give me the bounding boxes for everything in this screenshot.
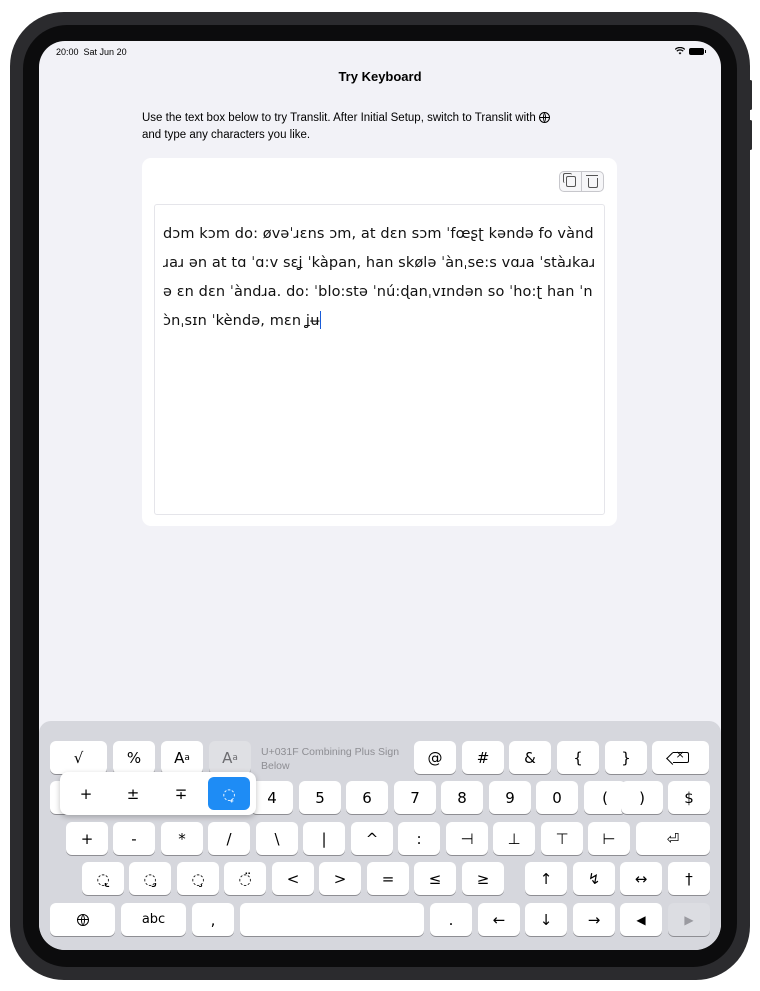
key-combining-palatal-hook[interactable]: ◌̡ bbox=[129, 862, 171, 895]
key-percent[interactable]: % bbox=[113, 741, 155, 774]
key-0[interactable]: 0 bbox=[536, 781, 578, 814]
side-button bbox=[749, 80, 752, 110]
variant-minus-plus[interactable]: ∓ bbox=[160, 777, 202, 810]
text-content: dɔm kɔm do: øvəˈɹɛns ɔm, at dɛn sɔm ˈfœʂ… bbox=[163, 226, 596, 329]
key-sqrt[interactable]: √ bbox=[50, 741, 107, 774]
char-hint: U+031F Combining Plus Sign Below bbox=[261, 746, 400, 772]
wifi-icon bbox=[675, 47, 685, 55]
key-9[interactable]: 9 bbox=[489, 781, 531, 814]
key-combining-diaeresis[interactable]: ◌̈ bbox=[224, 862, 266, 895]
instructions-text: Use the text box below to try Translit. … bbox=[142, 110, 602, 144]
key-left-paren[interactable]: ( bbox=[584, 781, 626, 814]
globe-icon bbox=[76, 913, 89, 926]
editor-card: dɔm kɔm do: øvəˈɹɛns ɔm, at dɛn sɔm ˈfœʂ… bbox=[142, 158, 617, 526]
return-icon: ⏎ bbox=[666, 829, 680, 848]
key-up-arrow[interactable]: ↑ bbox=[525, 862, 567, 895]
key-right-paren[interactable]: ) bbox=[621, 781, 663, 814]
key-greater-equal[interactable]: ≥ bbox=[462, 862, 504, 895]
globe-icon bbox=[538, 112, 550, 123]
key-less-than[interactable]: < bbox=[272, 862, 314, 895]
key-6[interactable]: 6 bbox=[346, 781, 388, 814]
key-subscript[interactable]: Aa bbox=[209, 741, 251, 774]
text-caret bbox=[319, 311, 321, 329]
status-time: 20:00 Sat Jun 20 bbox=[56, 47, 127, 57]
time-text: 20:00 bbox=[56, 47, 79, 57]
key-plus[interactable]: + bbox=[66, 822, 108, 855]
status-bar: 20:00 Sat Jun 20 bbox=[56, 47, 706, 61]
key-zigzag-arrow[interactable]: ↯ bbox=[573, 862, 615, 895]
cursor-back-button[interactable]: ◀ bbox=[620, 903, 662, 936]
key-superscript[interactable]: Aa bbox=[161, 741, 203, 774]
key-caret[interactable]: ^ bbox=[351, 822, 393, 855]
text-input[interactable]: dɔm kɔm do: øvəˈɹɛns ɔm, at dɛn sɔm ˈfœʂ… bbox=[154, 204, 605, 515]
key-right-tack[interactable]: ⊢ bbox=[588, 822, 630, 855]
key-comma[interactable]: , bbox=[192, 903, 234, 936]
key-down-tack[interactable]: ⊤ bbox=[541, 822, 583, 855]
key-minus[interactable]: - bbox=[113, 822, 155, 855]
key-left-brace[interactable]: { bbox=[557, 741, 599, 774]
cursor-forward-button[interactable]: ▶ bbox=[668, 903, 710, 936]
key-asterisk[interactable]: * bbox=[161, 822, 203, 855]
text-content-tail: ʉ bbox=[310, 313, 320, 329]
backspace-icon bbox=[672, 748, 689, 763]
key-less-equal[interactable]: ≤ bbox=[414, 862, 456, 895]
key-4[interactable]: 4 bbox=[251, 781, 293, 814]
key-left-tack[interactable]: ⊣ bbox=[446, 822, 488, 855]
screen: 20:00 Sat Jun 20 Try Keyboard Use the te… bbox=[39, 41, 721, 950]
key-at[interactable]: @ bbox=[414, 741, 456, 774]
key-greater-than[interactable]: > bbox=[319, 862, 361, 895]
editor-actions bbox=[559, 171, 604, 192]
variant-combining-plus-below[interactable]: ◌̟ bbox=[208, 777, 250, 810]
variant-plus[interactable]: + bbox=[65, 777, 107, 810]
variant-plus-minus[interactable]: ± bbox=[112, 777, 154, 810]
key-hash[interactable]: # bbox=[462, 741, 504, 774]
key-right-arrow[interactable]: → bbox=[573, 903, 615, 936]
key-backslash[interactable]: \ bbox=[256, 822, 298, 855]
space-key[interactable] bbox=[240, 903, 424, 936]
key-7[interactable]: 7 bbox=[394, 781, 436, 814]
key-combining-cedilla[interactable]: ◌̧ bbox=[177, 862, 219, 895]
instructions-line2: and type any characters you like. bbox=[142, 129, 311, 141]
page-title: Try Keyboard bbox=[338, 69, 422, 84]
return-key[interactable]: ⏎ bbox=[636, 822, 710, 855]
key-ampersand[interactable]: & bbox=[509, 741, 551, 774]
battery-icon bbox=[689, 47, 706, 55]
key-left-arrow[interactable]: ← bbox=[478, 903, 520, 936]
key-equals[interactable]: = bbox=[367, 862, 409, 895]
key-pipe[interactable]: | bbox=[303, 822, 345, 855]
backspace-key[interactable] bbox=[652, 741, 709, 774]
date-text: Sat Jun 20 bbox=[83, 47, 127, 57]
key-8[interactable]: 8 bbox=[441, 781, 483, 814]
key-right-brace[interactable]: } bbox=[605, 741, 647, 774]
copy-icon bbox=[562, 173, 576, 187]
key-up-tack[interactable]: ⊥ bbox=[493, 822, 535, 855]
key-period[interactable]: . bbox=[430, 903, 472, 936]
globe-key[interactable] bbox=[50, 903, 115, 936]
key-colon[interactable]: : bbox=[398, 822, 440, 855]
key-left-right-arrow[interactable]: ↔ bbox=[620, 862, 662, 895]
key-slash[interactable]: / bbox=[208, 822, 250, 855]
key-down-arrow[interactable]: ↓ bbox=[525, 903, 567, 936]
key-variants-popup: + ± ∓ ◌̟ bbox=[60, 772, 256, 815]
keyboard: √ % Aa Aa U+031F Combining Plus Sign Bel… bbox=[39, 721, 721, 950]
key-combining-retroflex-hook[interactable]: ◌̢ bbox=[82, 862, 124, 895]
key-5[interactable]: 5 bbox=[299, 781, 341, 814]
key-dagger[interactable]: † bbox=[668, 862, 710, 895]
side-button bbox=[749, 120, 752, 150]
key-dollar[interactable]: $ bbox=[668, 781, 710, 814]
clear-button[interactable] bbox=[581, 172, 603, 191]
instructions-line1: Use the text box below to try Translit. … bbox=[142, 112, 536, 124]
copy-button[interactable] bbox=[560, 172, 581, 191]
trash-icon bbox=[585, 174, 598, 188]
abc-key[interactable]: abc bbox=[121, 903, 186, 936]
